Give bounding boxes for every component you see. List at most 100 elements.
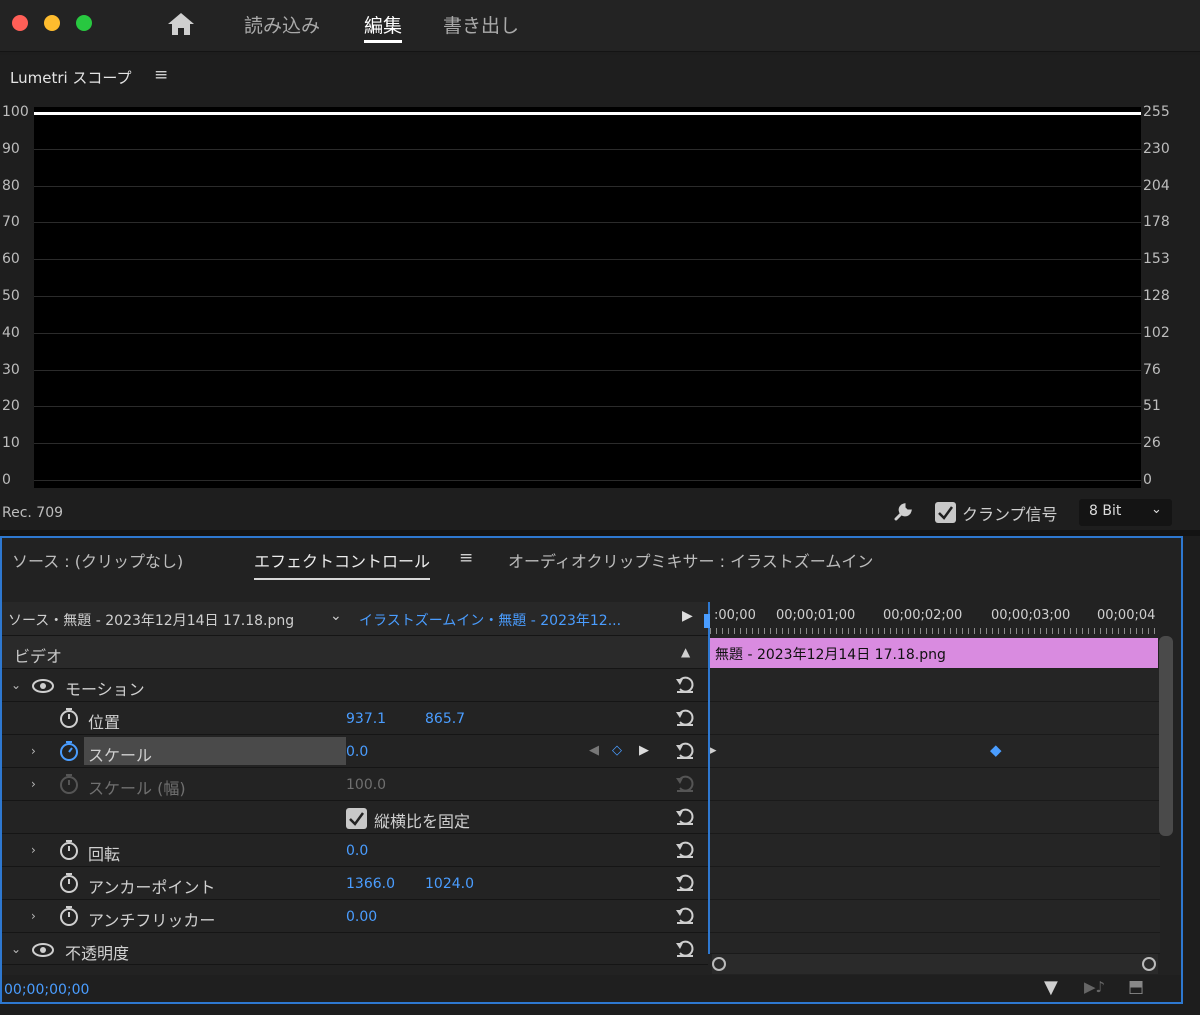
clip-name: 無題 - 2023年12月14日 17.18.png bbox=[715, 647, 946, 663]
next-keyframe-icon[interactable]: ▶ bbox=[639, 743, 649, 758]
keyframe-icon[interactable]: ▸ bbox=[710, 743, 717, 758]
export-icon[interactable]: ⬒ bbox=[1128, 977, 1144, 997]
reset-icon[interactable] bbox=[674, 871, 696, 893]
right-axis-tick: 178 bbox=[1143, 214, 1170, 231]
collapse-up-icon[interactable]: ▲ bbox=[681, 645, 690, 659]
left-axis-tick: 40 bbox=[2, 324, 20, 341]
position-row: 位置 937.1 865.7 bbox=[2, 702, 708, 735]
anchor-y-value[interactable]: 1024.0 bbox=[425, 876, 474, 892]
eye-icon[interactable] bbox=[32, 942, 54, 961]
chevron-down-icon[interactable]: ⌄ bbox=[11, 678, 21, 692]
timeline-row: ▸ ◆ bbox=[710, 735, 1160, 768]
chevron-right-icon[interactable]: › bbox=[31, 843, 36, 857]
zoom-window-button[interactable] bbox=[76, 15, 92, 31]
stopwatch-icon[interactable] bbox=[58, 839, 80, 861]
horizontal-scrollbar[interactable] bbox=[712, 954, 1158, 974]
reset-icon[interactable] bbox=[674, 673, 696, 695]
chevron-right-icon[interactable]: › bbox=[31, 777, 36, 791]
grid-line bbox=[34, 443, 1141, 445]
clamp-checkbox[interactable] bbox=[935, 502, 956, 523]
position-x-value[interactable]: 937.1 bbox=[346, 711, 386, 727]
hamburger-icon[interactable]: ≡ bbox=[154, 65, 168, 85]
reset-icon[interactable] bbox=[674, 838, 696, 860]
scroll-end-handle[interactable] bbox=[1142, 957, 1156, 971]
stopwatch-icon[interactable] bbox=[58, 707, 80, 729]
play-audio-icon[interactable]: ▶♪ bbox=[1084, 978, 1105, 996]
reset-icon[interactable] bbox=[674, 904, 696, 926]
bit-depth-select[interactable]: 8 Bit ⌄ bbox=[1079, 499, 1172, 526]
keyframe-icon[interactable]: ◆ bbox=[990, 741, 1002, 759]
anti-flicker-label: アンチフリッカー bbox=[88, 911, 216, 930]
reset-icon[interactable] bbox=[674, 706, 696, 728]
close-window-button[interactable] bbox=[12, 15, 28, 31]
uniform-scale-checkbox[interactable] bbox=[346, 808, 367, 829]
ruler-label: 00;00;04 bbox=[1097, 608, 1156, 623]
add-keyframe-icon[interactable]: ◇ bbox=[612, 743, 622, 758]
scale-width-value: 100.0 bbox=[346, 777, 387, 793]
reset-icon[interactable] bbox=[674, 739, 696, 761]
left-axis-tick: 100 bbox=[2, 104, 29, 120]
ruler-label: 00;00;03;00 bbox=[991, 608, 1071, 623]
opacity-row: ⌄ 不透明度 bbox=[2, 933, 708, 965]
home-icon[interactable] bbox=[166, 11, 196, 37]
left-axis-tick: 10 bbox=[2, 435, 20, 452]
checkmark-icon bbox=[938, 506, 954, 520]
stopwatch-icon[interactable] bbox=[58, 872, 80, 894]
chevron-right-icon[interactable]: › bbox=[31, 744, 36, 758]
tab-export[interactable]: 書き出し bbox=[443, 11, 519, 38]
grid-line bbox=[34, 406, 1141, 408]
chevron-down-icon[interactable]: ⌄ bbox=[11, 942, 21, 956]
wrench-icon[interactable] bbox=[892, 499, 916, 523]
uniform-scale-label: 縦横比を固定 bbox=[374, 812, 471, 831]
chevron-right-icon[interactable]: › bbox=[31, 909, 36, 923]
stopwatch-active-icon[interactable] bbox=[58, 740, 80, 762]
vertical-scrollbar[interactable] bbox=[1159, 636, 1173, 836]
left-axis-tick: 90 bbox=[2, 140, 20, 157]
timeline-row bbox=[710, 900, 1160, 933]
waveform-trace bbox=[34, 112, 1141, 115]
anti-flicker-value[interactable]: 0.00 bbox=[346, 909, 377, 925]
timeline-row bbox=[710, 702, 1160, 735]
tab-audio-mixer[interactable]: オーディオクリップミキサー : イラストズームイン bbox=[508, 548, 873, 572]
tab-source[interactable]: ソース : (クリップなし) bbox=[12, 548, 183, 572]
rotation-value[interactable]: 0.0 bbox=[346, 843, 368, 859]
tab-effect-controls[interactable]: エフェクトコントロール bbox=[254, 548, 431, 580]
left-axis-tick: 80 bbox=[2, 177, 20, 194]
timeline-row bbox=[710, 801, 1160, 834]
position-y-value[interactable]: 865.7 bbox=[425, 711, 465, 727]
eye-icon[interactable] bbox=[32, 678, 54, 697]
checkmark-icon bbox=[349, 812, 365, 826]
tab-edit[interactable]: 編集 bbox=[364, 11, 403, 43]
scale-row: › スケール 0.0 ◀ ◇ ▶ bbox=[2, 735, 708, 768]
prev-keyframe-icon[interactable]: ◀ bbox=[589, 743, 599, 758]
rotation-row: › 回転 0.0 bbox=[2, 834, 708, 867]
tab-import[interactable]: 読み込み bbox=[244, 11, 320, 38]
grid-line bbox=[34, 222, 1141, 224]
sequence-clip-link[interactable]: イラストズームイン・無題 - 2023年12... bbox=[359, 610, 621, 630]
hamburger-icon[interactable]: ≡ bbox=[459, 548, 473, 568]
minimize-window-button[interactable] bbox=[44, 15, 60, 31]
stopwatch-icon[interactable] bbox=[58, 905, 80, 927]
reset-icon[interactable] bbox=[674, 805, 696, 827]
effect-controls-panel: ソース : (クリップなし) エフェクトコントロール ≡ オーディオクリップミキ… bbox=[0, 536, 1183, 1004]
reset-icon[interactable] bbox=[674, 937, 696, 959]
play-triangle-icon[interactable]: ▶ bbox=[682, 608, 693, 624]
scale-label: スケール bbox=[88, 746, 153, 765]
time-ruler[interactable]: :00;00 00;00;01;00 00;00;02;00 00;00;03;… bbox=[710, 602, 1170, 636]
timecode[interactable]: 00;00;00;00 bbox=[4, 982, 89, 998]
scale-value[interactable]: 0.0 bbox=[346, 744, 368, 760]
left-axis-tick: 0 bbox=[2, 472, 11, 488]
chevron-down-icon[interactable]: ⌄ bbox=[330, 608, 342, 624]
colorspace-label: Rec. 709 bbox=[2, 505, 64, 521]
left-axis-tick: 70 bbox=[2, 214, 20, 231]
right-axis-tick: 26 bbox=[1143, 435, 1161, 452]
anti-flicker-row: › アンチフリッカー 0.00 bbox=[2, 900, 708, 933]
filter-icon[interactable]: ▼ bbox=[1044, 977, 1058, 998]
timeline-row bbox=[710, 768, 1160, 801]
timeline-clip[interactable]: 無題 - 2023年12月14日 17.18.png bbox=[710, 638, 1158, 668]
right-axis-tick: 255 bbox=[1143, 104, 1170, 120]
right-axis-tick: 204 bbox=[1143, 177, 1170, 194]
anchor-x-value[interactable]: 1366.0 bbox=[346, 876, 395, 892]
scroll-start-handle[interactable] bbox=[712, 957, 726, 971]
grid-line bbox=[34, 259, 1141, 261]
